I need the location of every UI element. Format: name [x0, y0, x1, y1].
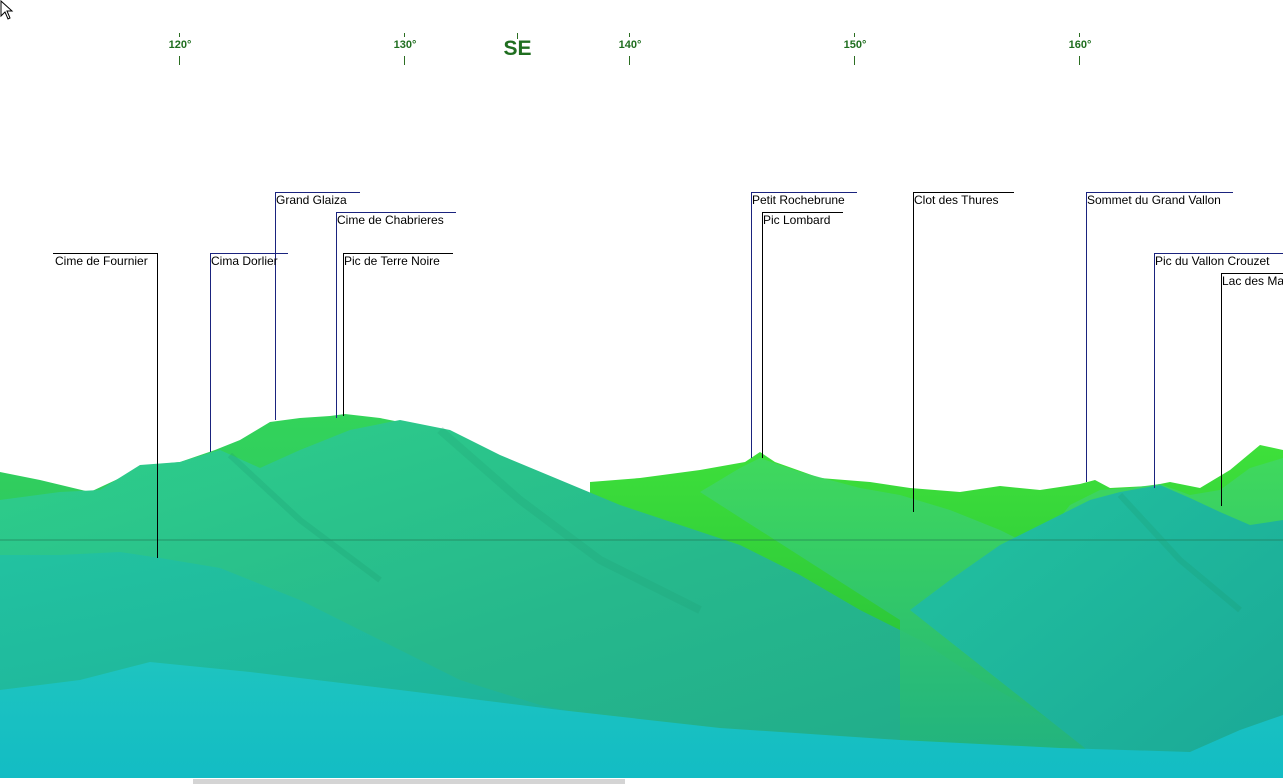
panorama-viewport[interactable]: 120° 130° 140° 150° 160° SE Cime de Fournier C… — [0, 0, 1283, 784]
peak-name-label: Pic de Terre Noire — [344, 254, 440, 268]
peak-name-label: Sommet du Grand Vallon — [1087, 193, 1221, 207]
peak-name-label: Cima Dorlier — [211, 254, 278, 268]
peak-name-label: Pic Lombard — [763, 213, 831, 227]
peak-name-label: Petit Rochebrune — [752, 193, 845, 207]
peak-name-label: Grand Glaiza — [276, 193, 347, 207]
peak-name-label: Cime de Fournier — [55, 254, 148, 268]
peak-leader-lines — [53, 192, 1283, 558]
peak-name-label: Cime de Chabrieres — [337, 213, 444, 227]
peak-name-label: Lac des Ma — [1222, 274, 1283, 288]
mouse-cursor-icon — [0, 0, 14, 20]
horizontal-scrollbar-thumb[interactable] — [193, 779, 625, 784]
peak-name-label: Pic du Vallon Crouzet — [1155, 254, 1270, 268]
peak-name-label: Clot des Thures — [914, 193, 999, 207]
